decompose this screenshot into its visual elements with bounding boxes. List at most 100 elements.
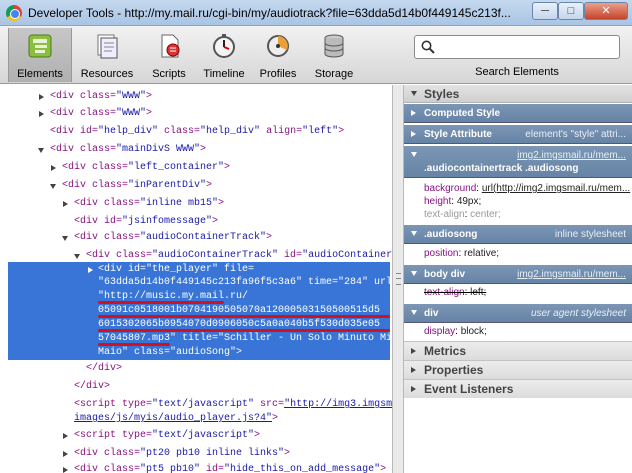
stylesheet-source: inline stylesheet bbox=[554, 229, 626, 240]
collapse-arrow-icon[interactable] bbox=[50, 184, 56, 189]
devtools-toolbar: Elements Resources Scripts Timeline Prof… bbox=[0, 26, 632, 84]
elements-icon bbox=[28, 34, 52, 58]
properties-section-header[interactable]: Properties bbox=[404, 360, 632, 379]
expand-arrow-icon[interactable] bbox=[411, 386, 416, 392]
computed-style-header[interactable]: Computed Style bbox=[404, 104, 632, 123]
expand-arrow-icon[interactable] bbox=[63, 451, 68, 457]
attr-value: "jsinfomessage" bbox=[122, 216, 213, 227]
close-button[interactable]: ✕ bbox=[584, 2, 628, 20]
expand-arrow-icon[interactable] bbox=[39, 94, 44, 100]
tag-text: <div class= bbox=[62, 180, 129, 191]
tag-text: <div class= bbox=[74, 232, 141, 243]
style-rule-header[interactable]: body div img2.imgsmail.ru/mem... bbox=[404, 265, 632, 284]
collapse-arrow-icon[interactable] bbox=[411, 91, 417, 96]
panel-splitter[interactable] bbox=[392, 85, 404, 473]
collapse-arrow-icon[interactable] bbox=[411, 271, 417, 276]
script-src-link[interactable]: "http://img3.imgsmail.ru/mail/ru/ bbox=[284, 399, 392, 410]
css-property[interactable]: text-align: center; bbox=[424, 208, 501, 221]
tree-node[interactable]: images/js/myis/audio_player.js?4"> bbox=[0, 411, 392, 427]
tree-node[interactable]: <div class="WWW"> bbox=[0, 106, 392, 122]
collapse-arrow-icon[interactable] bbox=[411, 152, 417, 157]
expand-arrow-icon[interactable] bbox=[63, 467, 68, 473]
tab-storage[interactable]: Storage bbox=[302, 28, 366, 82]
property-name: position bbox=[424, 248, 459, 259]
tag-text: </div> bbox=[74, 381, 111, 392]
tree-node[interactable]: <div class="audioContainerTrack"> bbox=[0, 230, 392, 246]
attr-value: "inline mb15" bbox=[140, 198, 219, 209]
css-property[interactable]: position: relative; bbox=[424, 247, 499, 260]
scripts-icon bbox=[161, 34, 180, 58]
styles-section-header[interactable]: Styles bbox=[404, 85, 632, 103]
tree-node[interactable]: </div> bbox=[0, 379, 392, 395]
script-src-link[interactable]: images/js/myis/audio_player.js?4" bbox=[74, 413, 272, 424]
css-property[interactable]: height: 49px; bbox=[424, 195, 481, 208]
expand-arrow-icon[interactable] bbox=[411, 348, 416, 354]
expand-arrow-icon[interactable] bbox=[411, 367, 416, 373]
css-property-overridden[interactable]: text-align: left; bbox=[424, 286, 486, 299]
red-annotation-underline bbox=[98, 301, 224, 304]
style-rule-header[interactable]: .audiosong inline stylesheet bbox=[404, 225, 632, 244]
tree-node[interactable]: <div class="inline mb15"> bbox=[0, 196, 392, 212]
tree-node[interactable]: <div class="left_container"> bbox=[0, 160, 392, 176]
tree-node[interactable]: <script type="text/javascript"> bbox=[0, 428, 392, 444]
property-value[interactable]: url(http://img2.imgsmail.ru/mem... bbox=[482, 183, 630, 194]
tab-elements[interactable]: Elements bbox=[8, 28, 72, 82]
property-name: background bbox=[424, 183, 477, 194]
tab-profiles[interactable]: Profiles bbox=[246, 28, 310, 82]
collapse-arrow-icon[interactable] bbox=[62, 236, 68, 241]
tag-text: <div id= bbox=[50, 126, 99, 137]
attr-name: class= bbox=[158, 126, 201, 137]
expand-arrow-icon[interactable] bbox=[88, 267, 93, 273]
css-property[interactable]: display: block; bbox=[424, 325, 487, 338]
tree-node[interactable]: <div class="mainDivS WWW"> bbox=[0, 142, 392, 158]
attr-value: "left" bbox=[302, 126, 339, 137]
splitter-grip-icon[interactable] bbox=[396, 273, 401, 285]
tab-resources[interactable]: Resources bbox=[75, 28, 139, 82]
expand-arrow-icon[interactable] bbox=[63, 201, 68, 207]
event-listeners-section-header[interactable]: Event Listeners bbox=[404, 379, 632, 398]
stylesheet-link[interactable]: img2.imgsmail.ru/mem... bbox=[517, 265, 626, 284]
selected-node[interactable]: <div id="the_player" file= "63dda5d14b0f… bbox=[8, 262, 392, 360]
expand-arrow-icon[interactable] bbox=[411, 110, 416, 116]
expand-arrow-icon[interactable] bbox=[63, 433, 68, 439]
tag-text: <script type= bbox=[74, 399, 153, 410]
minimize-button[interactable]: ─ bbox=[532, 2, 558, 20]
tag-text: <div class= bbox=[50, 144, 117, 155]
tag-text: <script type= bbox=[74, 430, 153, 441]
expand-arrow-icon[interactable] bbox=[39, 111, 44, 117]
rule-selector: .audiosong bbox=[424, 229, 478, 240]
style-rule-header[interactable]: img2.imgsmail.ru/mem... .audiocontainert… bbox=[404, 146, 632, 178]
tree-node[interactable]: <div id="help_div" class="help_div" alig… bbox=[0, 124, 392, 140]
tree-node[interactable]: <div class="inParentDiv"> bbox=[0, 178, 392, 194]
collapse-arrow-icon[interactable] bbox=[411, 310, 417, 315]
search-label: Search Elements bbox=[475, 66, 559, 78]
tree-node[interactable]: <div class="pt5 pb10" id="hide_this_on_a… bbox=[0, 462, 392, 473]
attr-value: "mainDivS WWW" bbox=[116, 144, 201, 155]
section-title: Styles bbox=[424, 87, 460, 101]
tag-text: > bbox=[284, 448, 291, 459]
attr-name: align= bbox=[260, 126, 303, 137]
section-title: Metrics bbox=[424, 344, 467, 358]
maximize-button[interactable]: □ bbox=[558, 2, 584, 20]
css-property[interactable]: background: url(http://img2.imgsmail.ru/… bbox=[424, 182, 630, 195]
tag-text: <div id= bbox=[74, 216, 123, 227]
search-input[interactable] bbox=[414, 35, 620, 59]
tree-node[interactable]: <div class="WWW"> bbox=[0, 89, 392, 105]
style-attribute-header[interactable]: Style Attribute element's "style" attri.… bbox=[404, 125, 632, 144]
tab-label: Resources bbox=[80, 68, 134, 80]
collapse-arrow-icon[interactable] bbox=[38, 148, 44, 153]
section-note: element's "style" attri... bbox=[525, 129, 626, 140]
collapse-arrow-icon[interactable] bbox=[74, 254, 80, 259]
tree-node[interactable]: <div class="pt20 pb10 inline links"> bbox=[0, 446, 392, 462]
tree-node[interactable]: <div id="jsinfomessage"> bbox=[0, 214, 392, 230]
rule-selector: .audiocontainertrack .audiosong bbox=[424, 163, 579, 174]
metrics-section-header[interactable]: Metrics bbox=[404, 341, 632, 360]
elements-tree[interactable]: <div class="WWW"> <div class="WWW"> <div… bbox=[0, 85, 392, 473]
collapse-arrow-icon[interactable] bbox=[411, 231, 417, 236]
tree-node[interactable]: </div> bbox=[0, 361, 392, 377]
style-rule-header[interactable]: div user agent stylesheet bbox=[404, 304, 632, 323]
expand-arrow-icon[interactable] bbox=[51, 165, 56, 171]
attr-value: "text/javascript" bbox=[152, 430, 255, 441]
expand-arrow-icon[interactable] bbox=[411, 131, 416, 137]
property-name: text-align bbox=[424, 209, 465, 220]
